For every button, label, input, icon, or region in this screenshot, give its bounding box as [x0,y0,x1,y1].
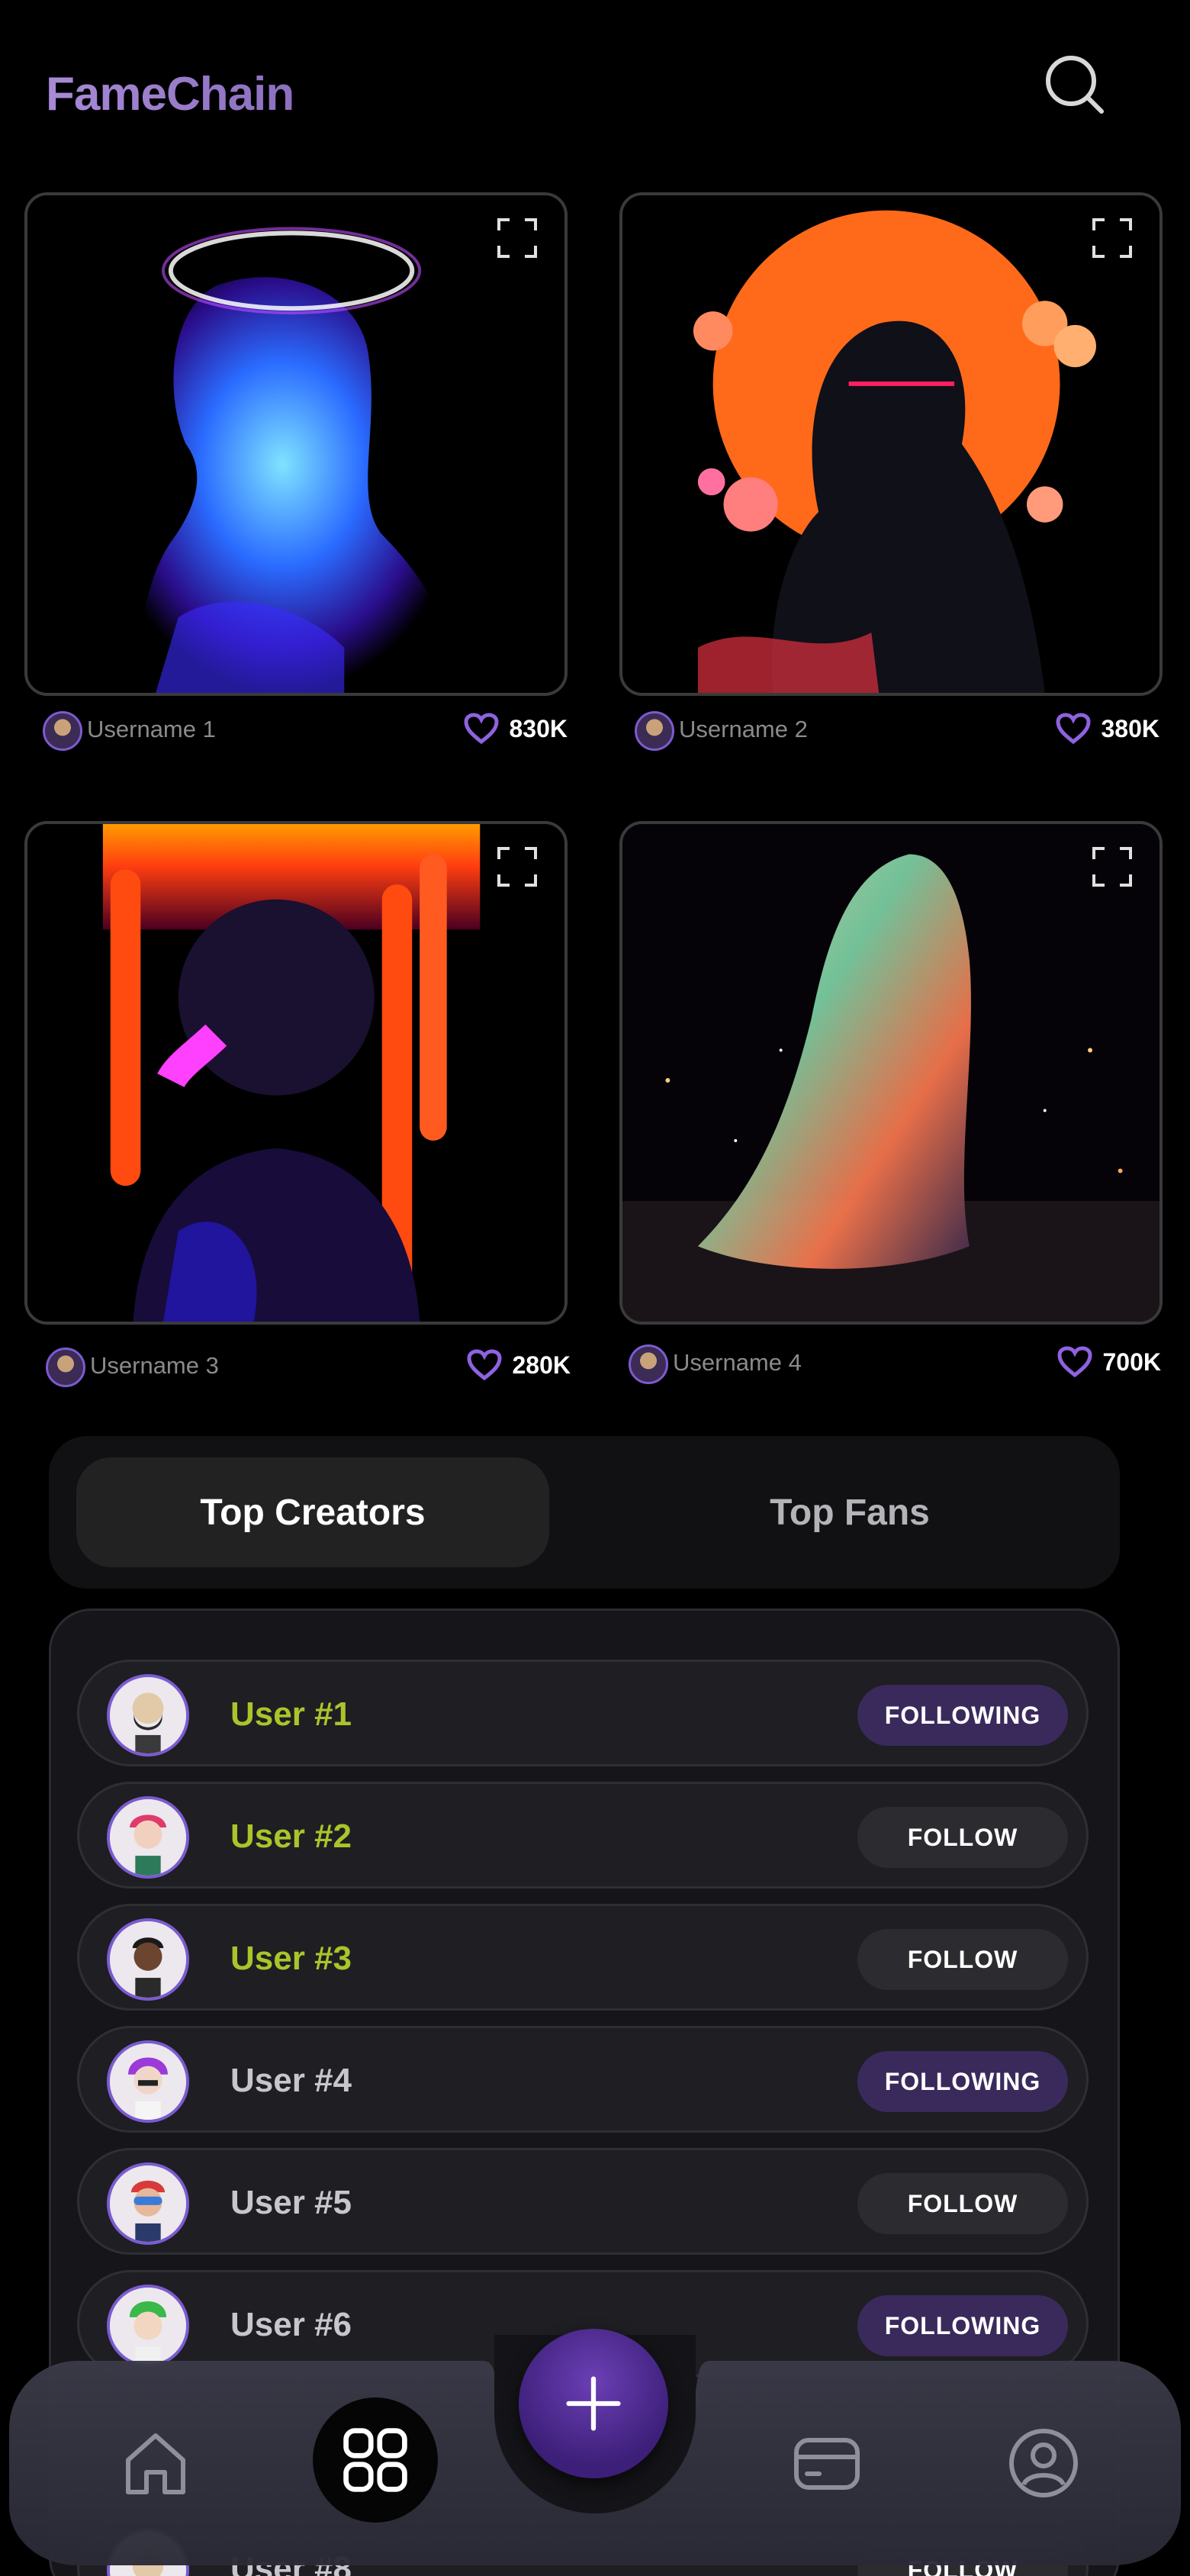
user-name: User #5 [230,2184,352,2221]
follow-button[interactable]: FOLLOW [857,1807,1068,1868]
heart-icon [1057,1346,1092,1378]
heart-icon [1055,713,1091,745]
tab-top-creators[interactable]: Top Creators [76,1457,549,1567]
heart-icon [466,1349,502,1381]
avatar[interactable] [107,2162,189,2245]
avatar[interactable] [46,1348,85,1387]
artwork-image-2 [622,195,1159,693]
search-button[interactable] [1037,49,1111,122]
tab-top-fans[interactable]: Top Fans [613,1457,1086,1567]
avatar[interactable] [629,1344,668,1384]
nav-wallet[interactable] [789,2425,865,2501]
search-icon [1046,56,1104,114]
nft-card-3[interactable] [24,821,568,1325]
app-logo: FameChain [46,68,294,121]
nav-home[interactable] [117,2425,194,2501]
following-button[interactable]: FOLLOWING [857,2295,1068,2356]
following-button[interactable]: FOLLOWING [857,1685,1068,1746]
list-item[interactable]: User #5 FOLLOW [77,2148,1089,2255]
username[interactable]: Username 3 [90,1352,219,1380]
avatar[interactable] [43,711,82,751]
like-count: 280K [512,1351,571,1379]
expand-icon[interactable] [497,218,537,258]
expand-icon[interactable] [1092,847,1132,887]
user-name: User #3 [230,1940,352,1977]
create-button[interactable] [519,2329,668,2478]
list-item[interactable]: User #2 FOLLOW [77,1782,1089,1889]
like-counter[interactable]: 380K [1055,713,1160,745]
profile-icon [1009,2429,1078,2497]
wallet-icon [794,2438,860,2490]
avatar[interactable] [107,1674,189,1757]
nft-card-2[interactable] [619,192,1163,696]
grid-icon [343,2428,407,2492]
like-counter[interactable]: 280K [466,1349,571,1381]
artwork-image-1 [27,195,564,693]
nav-explore[interactable] [313,2397,438,2523]
user-name: User #1 [230,1695,352,1733]
artwork-image-4 [622,824,1159,1322]
header: FameChain [0,0,1190,168]
card-meta-1: Username 1 830K [24,708,568,754]
username[interactable]: Username 2 [679,716,808,743]
card-meta-3: Username 3 280K [27,1344,571,1390]
expand-icon[interactable] [497,847,537,887]
expand-icon[interactable] [1092,218,1132,258]
list-item[interactable]: User #3 FOLLOW [77,1904,1089,2011]
nft-card-4[interactable] [619,821,1163,1325]
artwork-image-3 [27,824,564,1322]
avatar[interactable] [107,1918,189,2001]
nav-profile[interactable] [1005,2425,1082,2501]
home-icon [126,2433,185,2494]
plus-icon [566,2376,621,2431]
follow-button[interactable]: FOLLOW [857,1929,1068,1990]
list-item[interactable]: User #4 FOLLOWING [77,2026,1089,2133]
like-count: 380K [1101,714,1160,742]
card-meta-4: Username 4 700K [610,1341,1161,1387]
like-count: 700K [1102,1348,1162,1376]
like-counter[interactable]: 830K [463,713,568,745]
following-button[interactable]: FOLLOWING [857,2051,1068,2112]
avatar[interactable] [107,2285,189,2367]
bottom-nav [9,2329,1181,2565]
avatar[interactable] [107,2040,189,2123]
user-name: User #2 [230,1818,352,1855]
avatar[interactable] [107,1796,189,1879]
user-name: User #6 [230,2306,352,2343]
like-count: 830K [509,714,568,742]
list-item[interactable]: User #1 FOLLOWING [77,1660,1089,1766]
avatar[interactable] [635,711,674,751]
user-name: User #4 [230,2062,352,2099]
nft-card-1[interactable] [24,192,568,696]
follow-button[interactable]: FOLLOW [857,2173,1068,2234]
ranking-tabs: Top Creators Top Fans [49,1436,1120,1589]
username[interactable]: Username 1 [87,716,216,743]
like-counter[interactable]: 700K [1057,1346,1162,1378]
username[interactable]: Username 4 [673,1349,802,1377]
card-meta-2: Username 2 380K [616,708,1159,754]
heart-icon [463,713,499,745]
